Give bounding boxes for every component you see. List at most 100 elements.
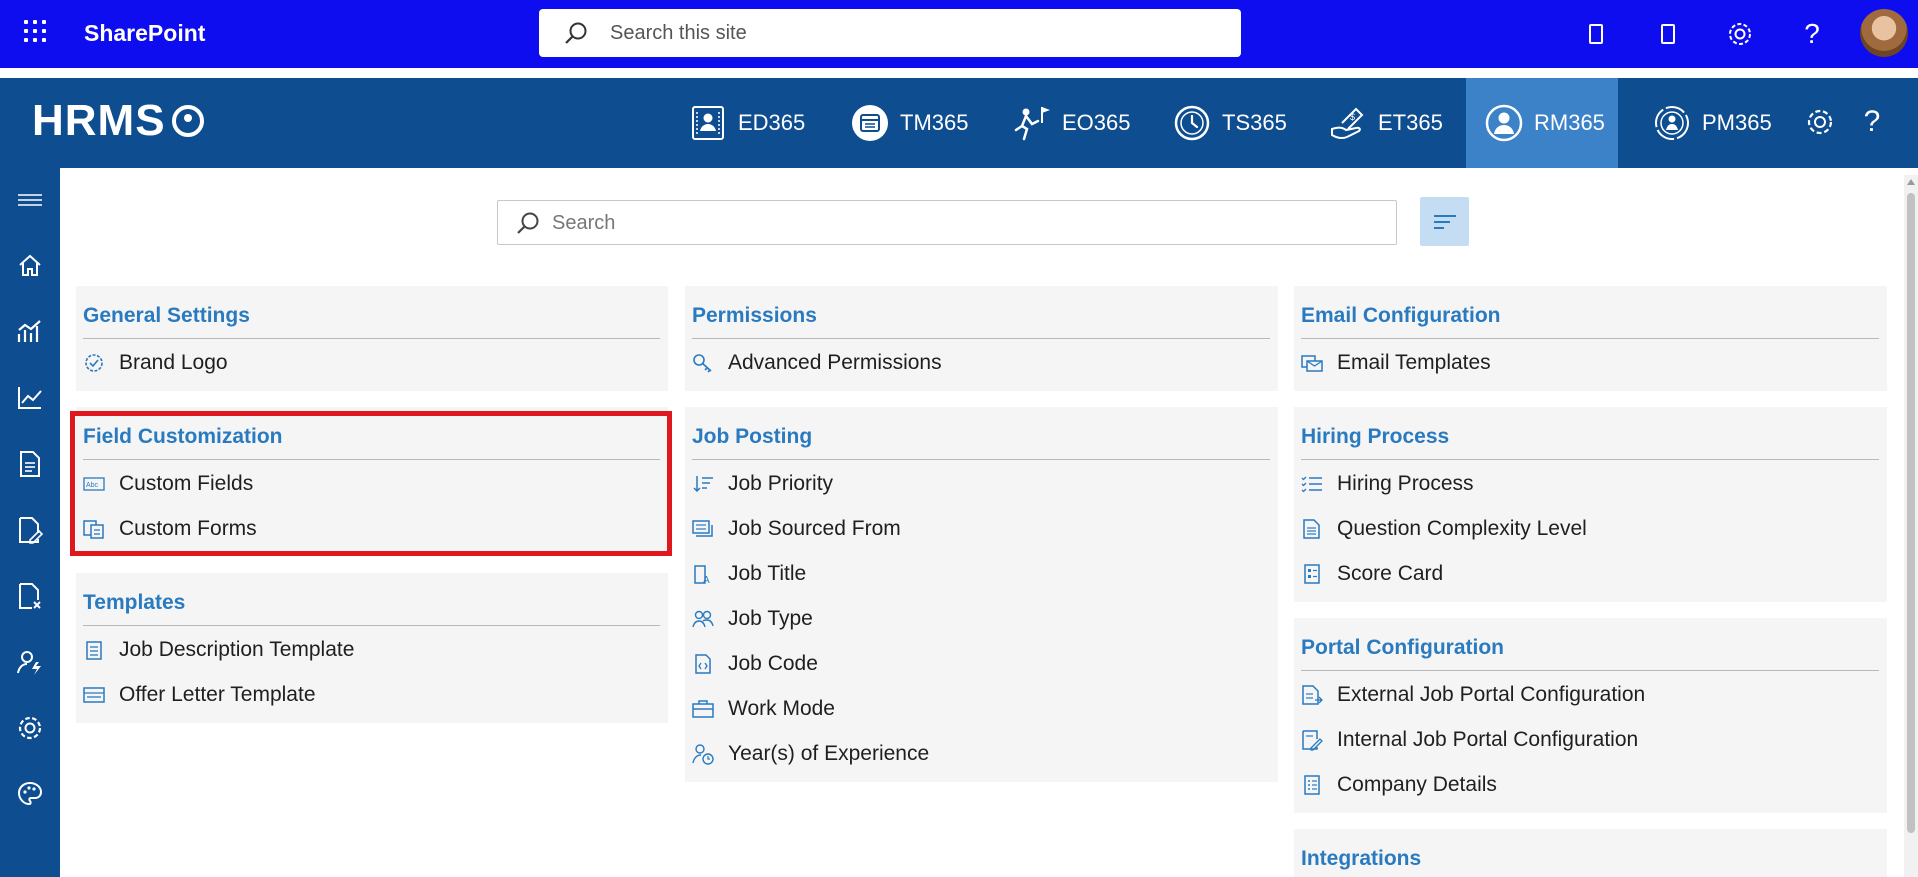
item-label: Job Title (728, 562, 807, 585)
people-icon (692, 608, 714, 630)
settings-link-company-details[interactable]: Company Details (1301, 770, 1497, 800)
divider (692, 338, 1270, 339)
card-title: Hiring Process (1301, 425, 1450, 448)
settings-link-hiring-process[interactable]: Hiring Process (1301, 469, 1474, 499)
settings-link-job-sourced-from[interactable]: Job Sourced From (692, 514, 901, 544)
card-templates: Templates Job Description Template Offer… (76, 573, 668, 723)
settings-link-job-description-template[interactable]: Job Description Template (83, 635, 354, 665)
card-title: Job Posting (692, 425, 813, 448)
palette-icon[interactable] (12, 776, 48, 812)
settings-link-advanced-permissions[interactable]: Advanced Permissions (692, 348, 942, 378)
module-label: TS365 (1222, 110, 1287, 135)
card-title: Email Configuration (1301, 304, 1501, 327)
sharepoint-title[interactable]: SharePoint (84, 20, 205, 47)
item-label: Job Code (728, 652, 818, 675)
help-icon[interactable]: ? (1850, 100, 1894, 144)
hrms-logo[interactable]: HRMS (32, 96, 204, 146)
highlight-annotation (70, 411, 672, 556)
document-edit-icon[interactable] (12, 512, 48, 548)
gear-icon[interactable] (1720, 14, 1760, 54)
settings-link-years-of-experience[interactable]: Year(s) of Experience (692, 739, 929, 769)
gear-icon[interactable] (12, 710, 48, 746)
filter-button[interactable] (1420, 197, 1469, 246)
details-list-icon (1301, 774, 1323, 796)
settings-link-job-title[interactable]: A Job Title (692, 559, 806, 589)
key-icon (692, 352, 714, 374)
item-label: Hiring Process (1337, 472, 1474, 495)
vertical-scrollbar[interactable] (1904, 175, 1918, 877)
settings-search-input[interactable]: Search (497, 200, 1397, 245)
user-action-icon[interactable] (12, 644, 48, 680)
settings-link-offer-letter-template[interactable]: Offer Letter Template (83, 680, 316, 710)
line-chart-icon[interactable] (12, 380, 48, 416)
calendar-badge-icon (850, 103, 890, 143)
module-label: EO365 (1062, 110, 1131, 135)
card-title: Integrations (1301, 847, 1422, 870)
settings-link-brand-logo[interactable]: Brand Logo (83, 348, 228, 378)
item-label: Internal Job Portal Configuration (1337, 728, 1639, 751)
mobile-icon[interactable] (1648, 14, 1688, 54)
badge-check-icon (83, 352, 105, 374)
module-label: ED365 (738, 110, 806, 135)
search-icon (515, 211, 541, 242)
document-icon[interactable] (12, 446, 48, 482)
card-job-posting: Job Posting Job Priority Job Sourced Fro… (685, 407, 1278, 782)
document-lines-icon (1301, 518, 1323, 540)
clipboard-text-icon: A (692, 563, 714, 585)
scorecard-icon (1301, 563, 1323, 585)
settings-link-internal-job-portal-configuration[interactable]: Internal Job Portal Configuration (1301, 725, 1638, 755)
mobile-icon[interactable] (1576, 14, 1616, 54)
recruitment-person-icon (1484, 103, 1524, 143)
settings-search-placeholder: Search (552, 212, 616, 234)
sort-priority-icon (692, 473, 714, 495)
module-ed365[interactable]: ED365 (670, 78, 823, 168)
settings-link-work-mode[interactable]: Work Mode (692, 694, 835, 724)
checklist-icon (1301, 473, 1323, 495)
search-icon (563, 21, 589, 52)
analytics-bars-icon[interactable] (12, 314, 48, 350)
module-eo365[interactable]: EO365 (994, 78, 1149, 168)
email-template-icon (1301, 352, 1323, 374)
settings-link-score-card[interactable]: Score Card (1301, 559, 1443, 589)
person-clock-icon (692, 743, 714, 765)
settings-link-job-type[interactable]: Job Type (692, 604, 813, 634)
help-icon[interactable]: ? (1792, 14, 1832, 54)
item-label: Job Description Template (119, 638, 355, 661)
item-label: Brand Logo (119, 351, 228, 374)
item-label: Score Card (1337, 562, 1444, 585)
scroll-up-arrow-icon[interactable] (1907, 179, 1915, 185)
divider (692, 459, 1270, 460)
app-launcher-icon[interactable] (22, 18, 48, 44)
settings-link-job-priority[interactable]: Job Priority (692, 469, 833, 499)
settings-link-question-complexity-level[interactable]: Question Complexity Level (1301, 514, 1587, 544)
settings-gear-icon[interactable] (1798, 100, 1842, 144)
divider (1301, 670, 1879, 671)
card-portal-configuration: Portal Configuration External Job Portal… (1294, 618, 1887, 813)
item-label: Question Complexity Level (1337, 517, 1587, 540)
settings-link-job-code[interactable]: Job Code (692, 649, 818, 679)
filter-lines-icon (1433, 214, 1456, 229)
performance-person-icon (1652, 103, 1692, 143)
hamburger-menu-icon[interactable] (12, 184, 48, 220)
divider (83, 338, 660, 339)
site-search-box[interactable]: Search this site (539, 9, 1241, 57)
home-icon[interactable] (12, 248, 48, 284)
card-permissions: Permissions Advanced Permissions (685, 286, 1278, 391)
module-rm365[interactable]: RM365 (1466, 78, 1618, 168)
module-et365[interactable]: $ ET365 (1310, 78, 1461, 168)
scrollbar-thumb[interactable] (1907, 193, 1915, 833)
site-search-placeholder: Search this site (610, 22, 747, 44)
code-file-icon (692, 653, 714, 675)
module-pm365[interactable]: PM365 (1634, 78, 1790, 168)
settings-link-email-templates[interactable]: Email Templates (1301, 348, 1491, 378)
avatar[interactable] (1860, 9, 1908, 57)
card-integrations: Integrations (1294, 829, 1887, 877)
document-export-icon (1301, 684, 1323, 706)
module-ts365[interactable]: TS365 (1154, 78, 1305, 168)
item-label: Year(s) of Experience (728, 742, 930, 765)
item-label: Job Type (728, 607, 813, 630)
settings-link-external-job-portal-configuration[interactable]: External Job Portal Configuration (1301, 680, 1645, 710)
module-tm365[interactable]: TM365 (832, 78, 986, 168)
document-remove-icon[interactable] (12, 578, 48, 614)
left-nav (0, 168, 60, 877)
